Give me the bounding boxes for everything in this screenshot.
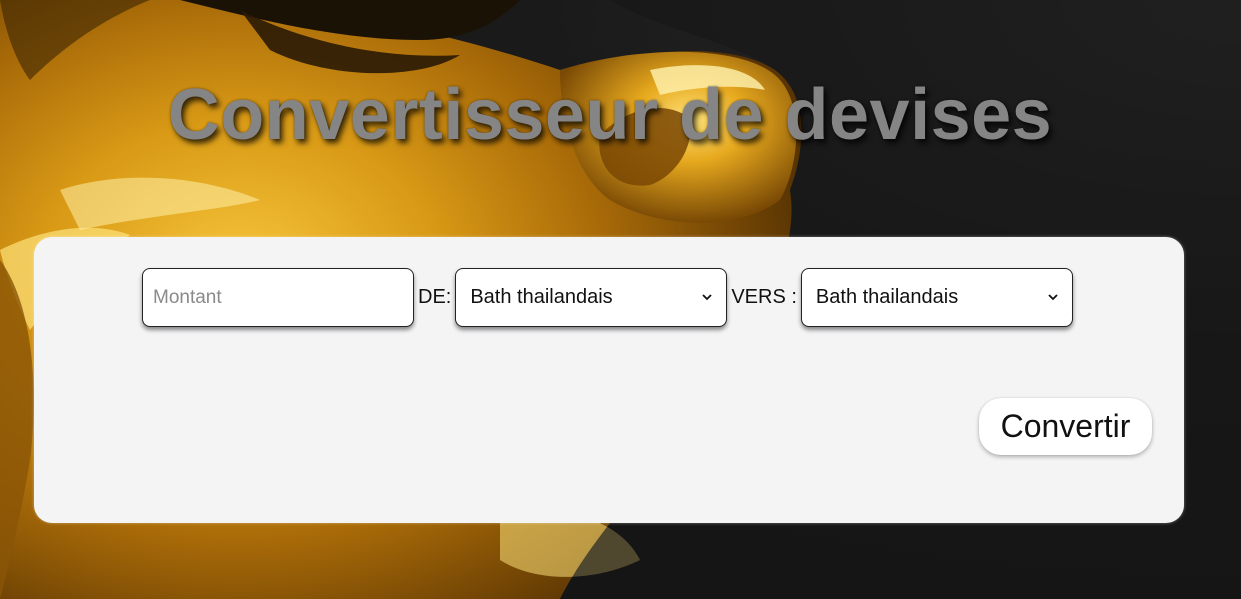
chevron-down-icon [702,293,712,303]
converter-panel: DE: Bath thailandais VERS : Bath thailan… [34,237,1184,523]
converter-form-row: DE: Bath thailandais VERS : Bath thailan… [142,268,1073,327]
page-title: Convertisseur de devises [167,75,1053,155]
from-currency-value: Bath thailandais [470,286,613,308]
chevron-down-icon [1048,293,1058,303]
to-currency-select[interactable]: Bath thailandais [800,268,1073,327]
to-currency-label: VERS : [731,286,797,308]
to-currency-value: Bath thailandais [815,286,959,308]
from-currency-label: DE: [418,286,452,308]
convert-button[interactable]: Convertir [979,398,1152,455]
from-currency-select[interactable]: Bath thailandais [455,268,728,327]
amount-input[interactable] [142,268,414,327]
